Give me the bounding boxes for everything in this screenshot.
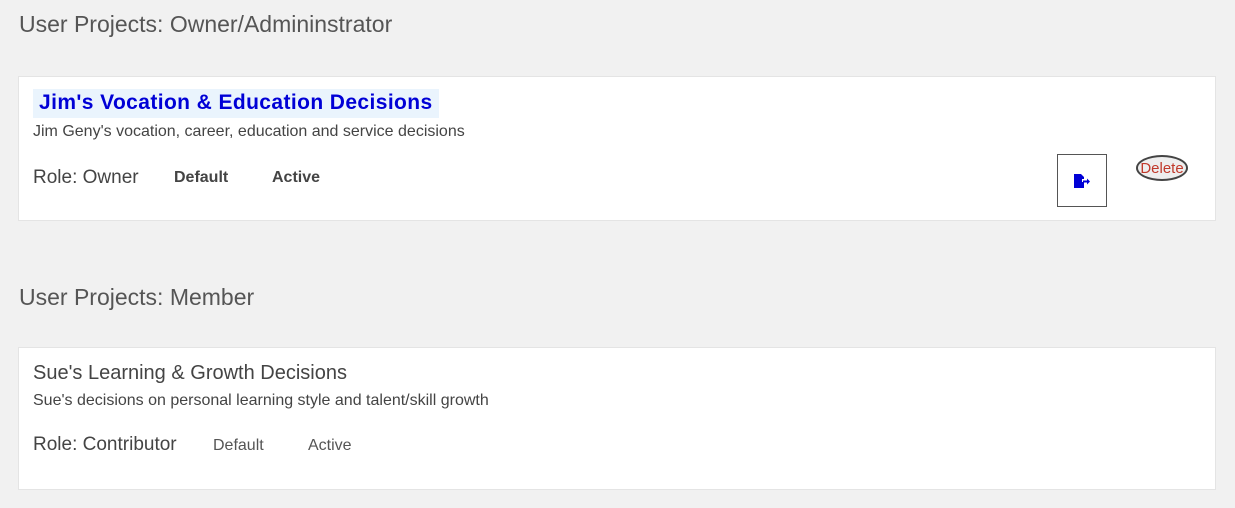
delete-project-button[interactable]: Delete <box>1136 155 1188 181</box>
owner-project-title-link[interactable]: Jim's Vocation & Education Decisions <box>33 89 439 118</box>
owner-section-heading: User Projects: Owner/Admininstrator <box>19 11 393 37</box>
member-project-status: Active <box>308 437 352 454</box>
member-project-description: Sue's decisions on personal learning sty… <box>33 392 489 409</box>
member-project-title-link[interactable]: Sue's Learning & Growth Decisions <box>33 362 347 385</box>
owner-project-role: Role: Owner <box>33 167 139 188</box>
member-project-default-tag: Default <box>213 437 264 454</box>
member-section-heading: User Projects: Member <box>19 284 255 310</box>
member-project-card: Sue's Learning & Growth Decisions Sue's … <box>18 347 1216 490</box>
owner-project-description: Jim Geny's vocation, career, education a… <box>33 123 465 140</box>
open-project-button[interactable] <box>1057 154 1107 207</box>
owner-project-card: Jim's Vocation & Education Decisions Jim… <box>18 76 1216 221</box>
member-project-role: Role: Contributor <box>33 434 177 455</box>
file-export-icon <box>1074 173 1090 188</box>
owner-project-status: Active <box>272 169 321 186</box>
owner-project-default-tag: Default <box>174 169 229 186</box>
